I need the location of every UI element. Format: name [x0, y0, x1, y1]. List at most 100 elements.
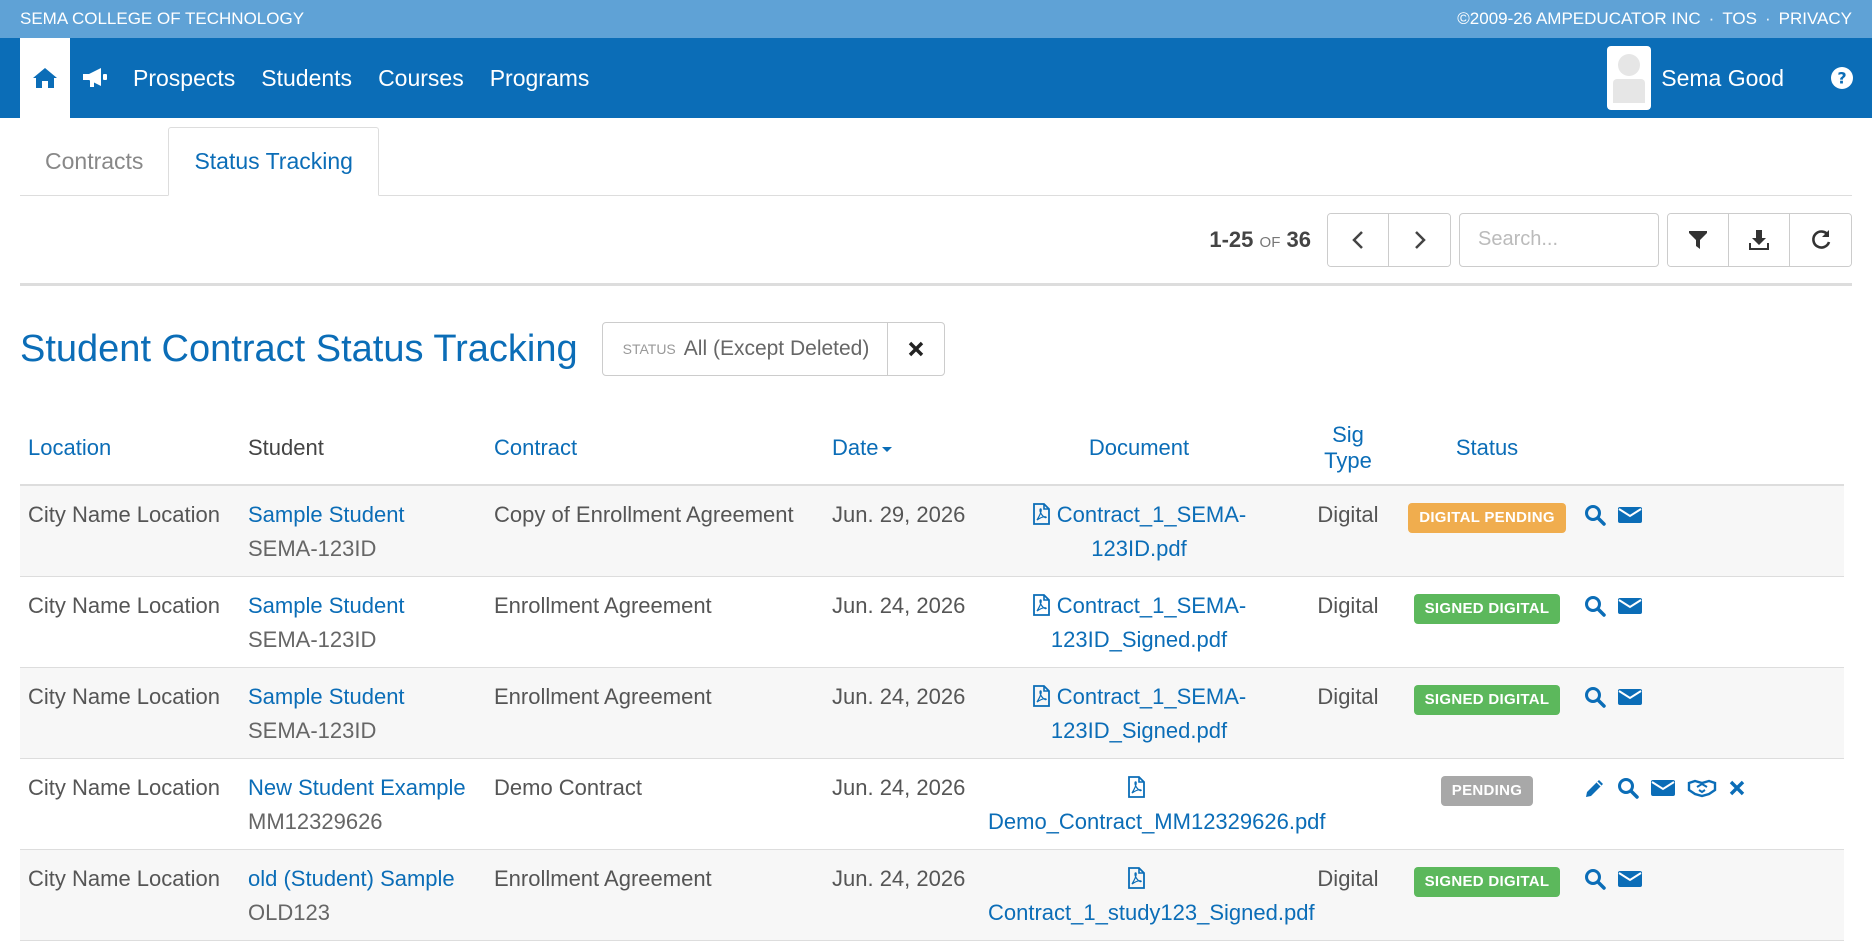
school-name: SEMA COLLEGE OF TECHNOLOGY [20, 9, 305, 28]
student-name-link[interactable]: Sample Student [248, 680, 478, 714]
location-cell: City Name Location [20, 667, 240, 759]
clear-filter-button[interactable] [887, 323, 944, 375]
nav-courses[interactable]: Courses [365, 65, 477, 92]
table-row: City Name Location New Student Example MM1… [20, 758, 1844, 850]
tab-status-tracking[interactable]: Status Tracking [168, 127, 379, 196]
status-cell: SIGNED DIGITAL [1398, 849, 1576, 941]
pdf-file-icon [1127, 866, 1152, 891]
avatar[interactable] [1607, 46, 1652, 110]
status-cell: SIGNED DIGITAL [1398, 667, 1576, 759]
handshake-action-button[interactable] [1687, 777, 1717, 799]
col-student: Student [240, 412, 486, 486]
search-action-button[interactable] [1584, 686, 1606, 708]
privacy-link[interactable]: PRIVACY [1779, 9, 1852, 29]
download-button[interactable] [1729, 213, 1790, 266]
envelope-action-button[interactable] [1617, 505, 1643, 525]
envelope-icon [1617, 869, 1643, 889]
col-date-label: Date [832, 435, 879, 460]
student-name-link[interactable]: old (Student) Sample [248, 862, 478, 896]
announcements-button[interactable] [70, 38, 120, 118]
envelope-action-button[interactable] [1617, 869, 1643, 889]
document-link[interactable]: Contract_1_SEMA-123ID_Signed.pdf [1032, 684, 1247, 743]
main-navbar: Prospects Students Courses Programs Sema… [0, 38, 1872, 118]
page-title: Student Contract Status Tracking [20, 327, 578, 370]
times-action-button[interactable] [1728, 779, 1746, 797]
tab-contracts[interactable]: Contracts [20, 127, 168, 195]
user-name[interactable]: Sema Good [1661, 65, 1784, 92]
document-link[interactable]: Contract_1_SEMA-123ID_Signed.pdf [1032, 593, 1246, 652]
student-name-link[interactable]: Sample Student [248, 498, 478, 532]
document-link[interactable]: Contract_1_study123_Signed.pdf [988, 866, 1315, 925]
refresh-button[interactable] [1790, 213, 1851, 266]
date-cell: Jun. 24, 2026 [824, 849, 980, 941]
student-id: OLD123 [248, 900, 330, 925]
user-area: Sema Good ? [1607, 38, 1872, 118]
nav-prospects[interactable]: Prospects [120, 65, 248, 92]
pdf-file-icon [1032, 502, 1057, 527]
table-row: City Name Location Sample Student SEMA-123… [20, 667, 1844, 759]
student-cell: Sample Student SEMA-123ID [240, 576, 486, 668]
sig-type-cell: Digital [1298, 849, 1398, 941]
col-location[interactable]: Location [20, 412, 240, 486]
contract-cell: Enrollment Agreement [486, 576, 824, 668]
col-contract[interactable]: Contract [486, 412, 824, 486]
envelope-action-button[interactable] [1650, 778, 1676, 798]
pagination-range: 1-25 [1209, 226, 1254, 252]
row-actions [1584, 862, 1836, 896]
student-name-link[interactable]: New Student Example [248, 771, 478, 805]
envelope-action-button[interactable] [1617, 687, 1643, 707]
col-date[interactable]: Date [824, 412, 980, 486]
row-actions [1584, 771, 1836, 805]
document-link[interactable]: Demo_Contract_MM12329626.pdf [988, 775, 1326, 834]
col-status[interactable]: Status [1398, 412, 1576, 486]
nav-students[interactable]: Students [248, 65, 365, 92]
student-id: SEMA-123ID [248, 718, 377, 743]
prev-page-button[interactable] [1328, 213, 1389, 266]
help-button[interactable]: ? [1812, 66, 1872, 90]
pagination-buttons [1327, 212, 1451, 267]
nav-programs[interactable]: Programs [477, 65, 603, 92]
actions-cell [1576, 758, 1844, 850]
col-document[interactable]: Document [980, 412, 1298, 486]
envelope-icon [1617, 596, 1643, 616]
row-actions [1584, 680, 1836, 714]
envelope-action-button[interactable] [1617, 596, 1643, 616]
document-cell: Contract_1_study123_Signed.pdf [980, 849, 1315, 941]
document-name: Demo_Contract_MM12329626.pdf [988, 809, 1326, 834]
search-action-button[interactable] [1617, 777, 1639, 799]
document-name: Contract_1_SEMA-123ID_Signed.pdf [1050, 684, 1247, 743]
date-cell: Jun. 24, 2026 [824, 667, 980, 759]
home-button[interactable] [20, 38, 70, 118]
col-sig-type[interactable]: Sig Type [1298, 412, 1398, 486]
avatar-body [1613, 78, 1646, 103]
student-id: SEMA-123ID [248, 536, 377, 561]
search-icon [1584, 595, 1606, 617]
caret-down-icon [882, 447, 893, 452]
location-cell: City Name Location [20, 849, 240, 941]
pagination-total: 36 [1286, 226, 1311, 252]
status-filter-value[interactable]: All (Except Deleted) [684, 337, 870, 361]
close-icon [909, 341, 924, 357]
status-cell: PENDING [1398, 758, 1576, 850]
question-circle-icon: ? [1831, 67, 1853, 89]
search-action-button[interactable] [1584, 504, 1606, 526]
date-cell: Jun. 29, 2026 [824, 485, 980, 577]
search-input[interactable] [1459, 212, 1659, 267]
filter-button[interactable] [1668, 213, 1729, 266]
pdf-file-icon [1127, 775, 1152, 800]
student-name-link[interactable]: Sample Student [248, 589, 478, 623]
search-action-button[interactable] [1584, 868, 1606, 890]
document-link[interactable]: Contract_1_SEMA-123ID.pdf [1032, 502, 1246, 561]
pencil-action-button[interactable] [1584, 777, 1606, 799]
document-cell: Demo_Contract_MM12329626.pdf [980, 758, 1326, 850]
search-action-button[interactable] [1584, 595, 1606, 617]
tab-bar: Contracts Status Tracking [20, 127, 1852, 196]
document-cell: Contract_1_SEMA-123ID_Signed.pdf [980, 576, 1298, 668]
tos-link[interactable]: TOS [1722, 9, 1757, 29]
actions-cell [1576, 485, 1844, 577]
status-badge: DIGITAL PENDING [1408, 503, 1566, 533]
document-cell: Contract_1_SEMA-123ID_Signed.pdf [980, 667, 1298, 759]
next-page-button[interactable] [1389, 213, 1450, 266]
status-filter[interactable]: Status All (Except Deleted) [601, 322, 946, 376]
search-icon [1617, 777, 1639, 799]
